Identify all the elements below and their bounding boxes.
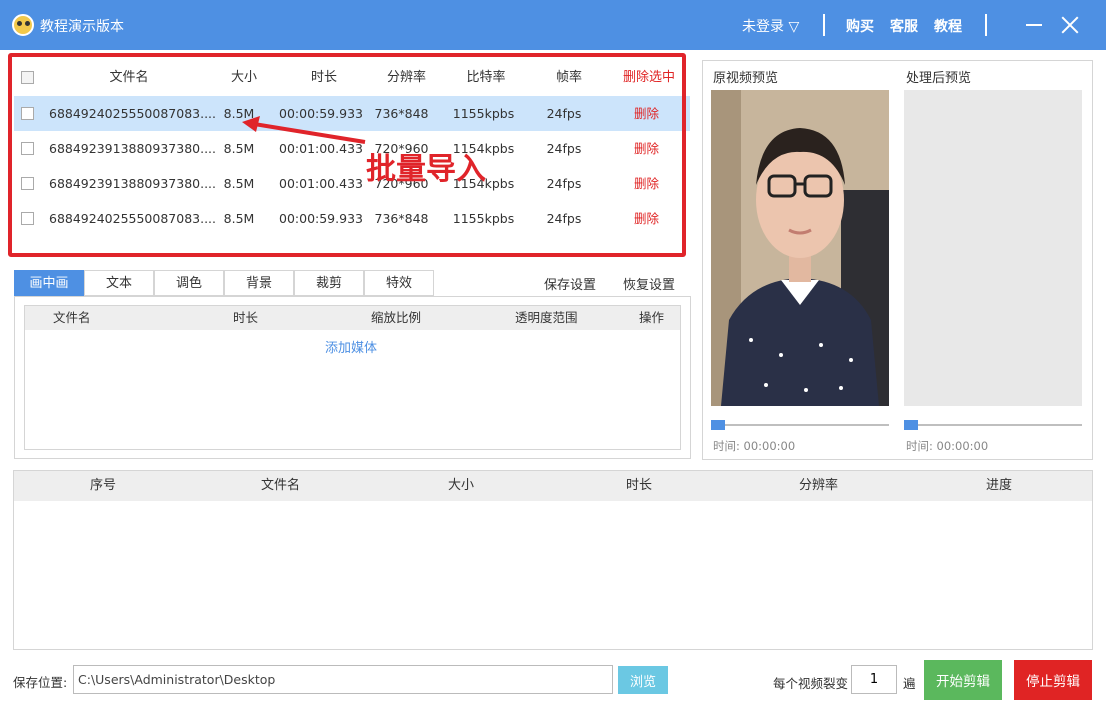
original-progress-slider[interactable] — [711, 420, 889, 430]
browse-button[interactable]: 浏览 — [618, 666, 668, 694]
login-menu[interactable]: 未登录 ▽ — [742, 16, 799, 36]
app-logo-icon — [12, 14, 34, 36]
row-filename: 6884923913880937380.... — [49, 176, 216, 191]
row-resolution: 736*848 — [374, 106, 429, 121]
file-list-table: 文件名 大小 时长 分辨率 比特率 帧率 删除选中 68849240255500… — [14, 60, 690, 254]
original-video-frame — [711, 90, 889, 406]
annotation-arrow-icon — [242, 116, 366, 144]
title-divider — [985, 14, 987, 36]
queue-table-header: 序号 文件名 大小 时长 分辨率 进度 — [14, 471, 1092, 501]
title-bar: 教程演示版本 未登录 ▽ 购买 客服 教程 — [0, 0, 1106, 50]
save-settings-button[interactable]: 保存设置 — [544, 274, 596, 293]
pip-table: 文件名 时长 缩放比例 透明度范围 操作 添加媒体 — [24, 305, 681, 450]
split-count-input[interactable] — [851, 665, 897, 694]
processed-video-frame — [904, 90, 1082, 406]
pip-header-filename: 文件名 — [53, 310, 91, 325]
queue-header-index: 序号 — [90, 478, 117, 493]
row-duration: 00:01:00.433 — [279, 176, 363, 191]
row-delete-button[interactable]: 删除 — [619, 131, 674, 166]
slider-thumb[interactable] — [904, 420, 918, 430]
tab-background[interactable]: 背景 — [224, 270, 294, 296]
queue-header-resolution: 分辨率 — [799, 478, 839, 493]
buy-link[interactable]: 购买 — [846, 16, 874, 36]
row-checkbox[interactable] — [21, 107, 34, 120]
add-media-link[interactable]: 添加媒体 — [325, 337, 377, 356]
row-fps: 24fps — [546, 106, 582, 121]
header-duration: 时长 — [310, 70, 337, 85]
minimize-icon[interactable] — [1026, 24, 1042, 26]
processed-preview-label: 处理后预览 — [906, 71, 972, 86]
pip-header-scale: 缩放比例 — [371, 310, 422, 325]
file-table-header: 文件名 大小 时长 分辨率 比特率 帧率 删除选中 — [14, 60, 690, 96]
processed-progress-slider[interactable] — [904, 420, 1082, 430]
title-divider — [823, 14, 825, 36]
header-fps: 帧率 — [555, 70, 582, 85]
original-time-label: 时间: 00:00:00 — [713, 439, 796, 453]
close-icon[interactable] — [1060, 15, 1080, 35]
row-fps: 24fps — [546, 176, 582, 191]
row-duration: 00:00:59.933 — [279, 211, 363, 226]
service-link[interactable]: 客服 — [890, 16, 918, 36]
row-checkbox[interactable] — [21, 177, 34, 190]
row-fps: 24fps — [546, 141, 582, 156]
start-edit-button[interactable]: 开始剪辑 — [924, 660, 1002, 700]
row-filename: 6884924025550087083.... — [49, 211, 216, 226]
queue-header-filename: 文件名 — [261, 478, 301, 493]
original-preview-label: 原视频预览 — [713, 71, 779, 86]
header-resolution: 分辨率 — [386, 70, 426, 85]
pip-header-duration: 时长 — [233, 310, 259, 325]
pip-header-opacity: 透明度范围 — [515, 310, 578, 325]
output-queue-table: 序号 文件名 大小 时长 分辨率 进度 — [13, 470, 1093, 650]
header-size: 大小 — [230, 70, 257, 85]
split-unit-label: 遍 — [903, 676, 916, 691]
row-filename: 6884923913880937380.... — [49, 141, 216, 156]
row-delete-button[interactable]: 删除 — [619, 166, 674, 201]
queue-header-duration: 时长 — [626, 478, 653, 493]
row-resolution: 736*848 — [374, 211, 429, 226]
row-delete-button[interactable]: 删除 — [619, 96, 674, 131]
processed-time-label: 时间: 00:00:00 — [906, 439, 989, 453]
row-delete-button[interactable]: 删除 — [619, 201, 674, 236]
pip-panel: 文件名 时长 缩放比例 透明度范围 操作 添加媒体 — [14, 296, 691, 459]
row-filename: 6884924025550087083.... — [49, 106, 216, 121]
save-location-label: 保存位置: — [13, 675, 68, 690]
tab-text[interactable]: 文本 — [84, 270, 154, 296]
tutorial-link[interactable]: 教程 — [934, 16, 962, 36]
row-fps: 24fps — [546, 211, 582, 226]
tab-color[interactable]: 调色 — [154, 270, 224, 296]
app-title: 教程演示版本 — [40, 19, 124, 35]
table-row[interactable]: 6884923913880937380.... 8.5M 00:01:00.43… — [14, 166, 690, 201]
row-checkbox[interactable] — [21, 212, 34, 225]
queue-header-progress: 进度 — [986, 478, 1013, 493]
stop-edit-button[interactable]: 停止剪辑 — [1014, 660, 1092, 700]
tab-pip[interactable]: 画中画 — [14, 270, 84, 296]
header-bitrate: 比特率 — [466, 70, 506, 85]
row-bitrate: 1155kpbs — [452, 106, 515, 121]
row-size: 8.5M — [223, 176, 255, 191]
select-all-checkbox[interactable] — [21, 71, 34, 84]
pip-table-header: 文件名 时长 缩放比例 透明度范围 操作 — [25, 306, 680, 330]
queue-header-size: 大小 — [448, 478, 475, 493]
annotation-text: 批量导入 — [366, 152, 486, 187]
delete-selected-button[interactable]: 删除选中 — [614, 60, 684, 96]
pip-header-action: 操作 — [639, 310, 665, 325]
split-count-label: 每个视频裂变 — [773, 676, 849, 691]
row-size: 8.5M — [223, 211, 255, 226]
table-row[interactable]: 6884924025550087083.... 8.5M 00:00:59.93… — [14, 201, 690, 236]
slider-thumb[interactable] — [711, 420, 725, 430]
tab-effects[interactable]: 特效 — [364, 270, 434, 296]
row-checkbox[interactable] — [21, 142, 34, 155]
person-thumbnail-icon — [711, 90, 889, 406]
header-filename: 文件名 — [109, 70, 149, 85]
save-path-input[interactable] — [73, 665, 613, 694]
row-bitrate: 1155kpbs — [452, 211, 515, 226]
tab-crop[interactable]: 裁剪 — [294, 270, 364, 296]
restore-settings-button[interactable]: 恢复设置 — [623, 274, 675, 293]
preview-panel: 原视频预览 处理后预览 时间: 00:00:00 时间: 00:00:00 — [702, 60, 1093, 460]
